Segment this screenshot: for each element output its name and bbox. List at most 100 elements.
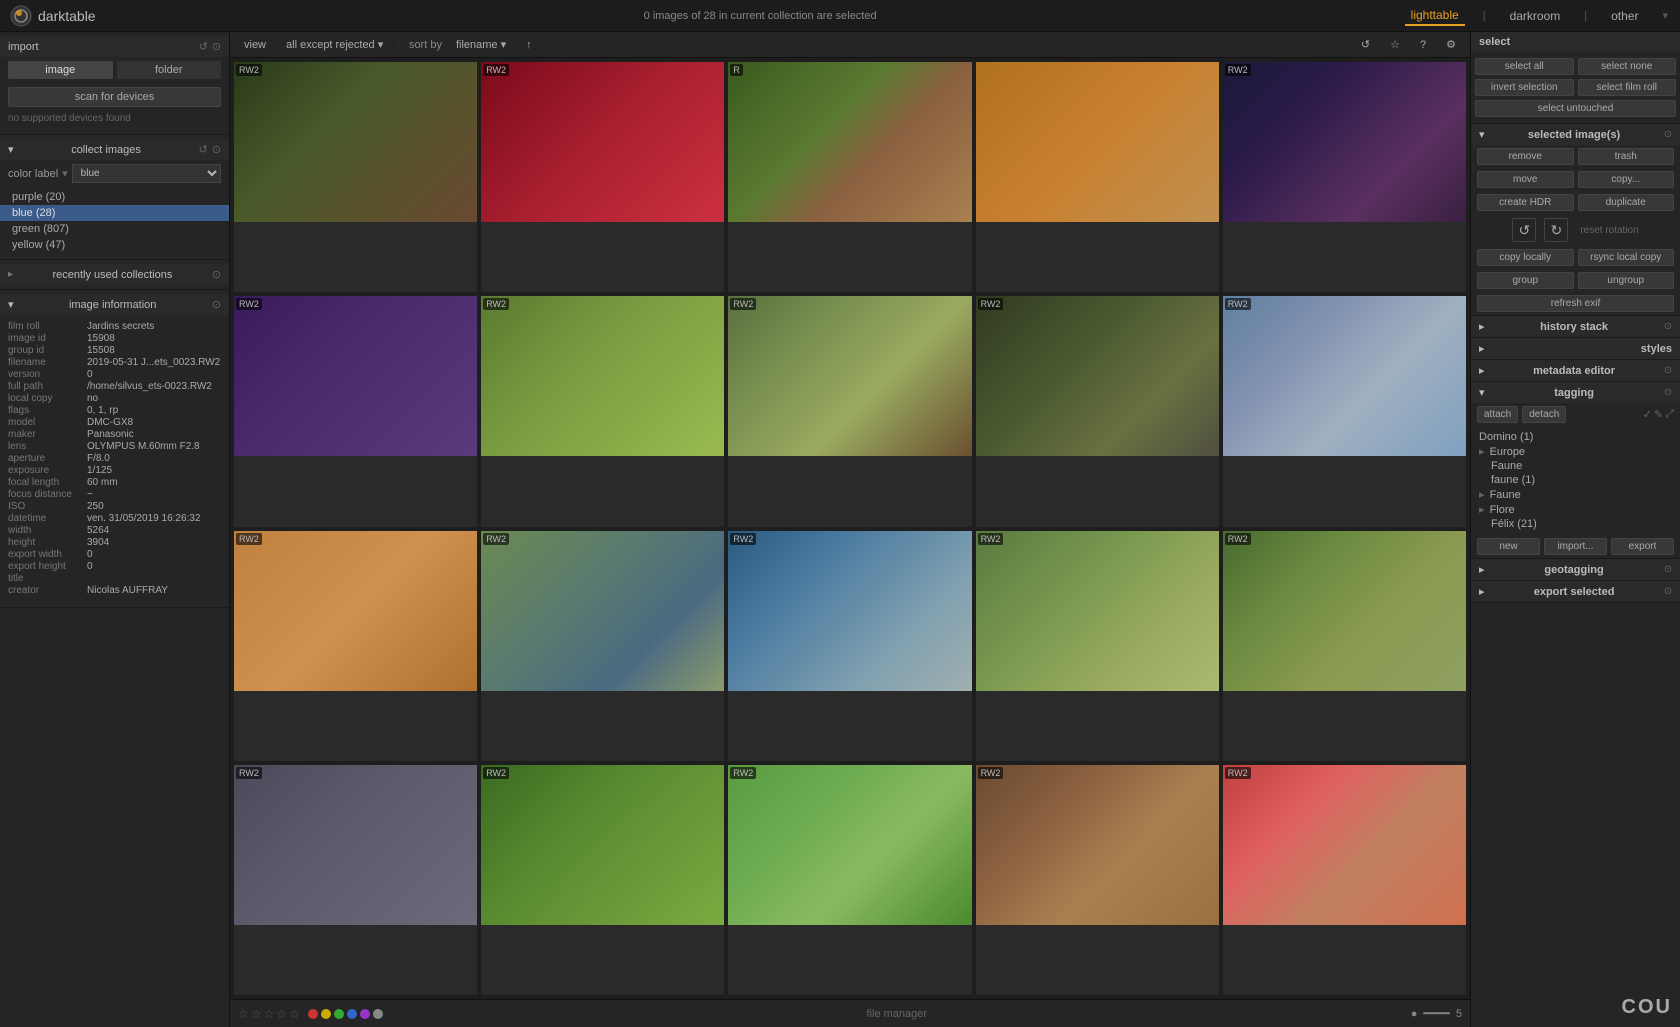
- move-button[interactable]: move: [1477, 171, 1574, 188]
- rp-styles-header[interactable]: ▸ styles: [1471, 338, 1680, 359]
- color-dot-1[interactable]: [321, 1009, 331, 1019]
- color-list-item[interactable]: yellow (47): [0, 237, 229, 253]
- check-icon[interactable]: ✓: [1643, 408, 1652, 421]
- photo-cell[interactable]: RW2: [1223, 296, 1466, 526]
- photo-cell[interactable]: RW2: [976, 765, 1219, 995]
- tab-folder[interactable]: folder: [117, 61, 222, 79]
- photo-cell[interactable]: RW2: [481, 296, 724, 526]
- star-5[interactable]: ☆: [289, 1007, 300, 1021]
- darktable-logo-icon: [10, 5, 32, 27]
- collect-filter-select[interactable]: blue: [72, 164, 221, 183]
- detach-button[interactable]: detach: [1522, 406, 1566, 423]
- photo-cell[interactable]: RW2: [481, 765, 724, 995]
- scan-devices-button[interactable]: scan for devices: [8, 87, 221, 107]
- recently-used-header[interactable]: ▸ recently used collections ⊙: [0, 264, 229, 285]
- color-dot-5[interactable]: [373, 1009, 383, 1019]
- photo-cell[interactable]: RW2: [1223, 765, 1466, 995]
- star-button[interactable]: ☆: [1384, 36, 1406, 53]
- center-toolbar: view all except rejected ▾ · sort by fil…: [230, 32, 1470, 58]
- tag-tree-item[interactable]: Félix (21): [1479, 517, 1672, 531]
- rsync-button[interactable]: rsync local copy: [1578, 249, 1675, 266]
- rp-history-header[interactable]: ▸ history stack ⊙: [1471, 316, 1680, 337]
- trash-button[interactable]: trash: [1578, 148, 1675, 165]
- star-3[interactable]: ☆: [264, 1007, 275, 1021]
- photo-cell[interactable]: RW2: [1223, 62, 1466, 292]
- filter-button[interactable]: all except rejected ▾: [280, 36, 389, 53]
- settings-button[interactable]: ⚙: [1440, 36, 1462, 53]
- select-all-button[interactable]: select all: [1475, 58, 1574, 75]
- photo-cell[interactable]: RW2: [976, 531, 1219, 761]
- tag-import-button[interactable]: import...: [1544, 538, 1607, 555]
- tag-export-button[interactable]: export: [1611, 538, 1674, 555]
- copy-button[interactable]: copy...: [1578, 171, 1675, 188]
- color-dot-2[interactable]: [334, 1009, 344, 1019]
- duplicate-button[interactable]: duplicate: [1578, 194, 1675, 211]
- rp-metadata-header[interactable]: ▸ metadata editor ⊙: [1471, 360, 1680, 381]
- create-hdr-button[interactable]: create HDR: [1477, 194, 1574, 211]
- photo-cell[interactable]: RW2: [234, 296, 477, 526]
- photo-cell[interactable]: RW2: [234, 531, 477, 761]
- star-1[interactable]: ☆: [238, 1007, 249, 1021]
- photo-cell[interactable]: RW2: [728, 296, 971, 526]
- tag-new-button[interactable]: new: [1477, 538, 1540, 555]
- nav-lighttable[interactable]: lighttable: [1405, 6, 1465, 26]
- expand-icon[interactable]: ⤢: [1665, 408, 1674, 421]
- select-untouched-button[interactable]: select untouched: [1475, 100, 1676, 117]
- refresh-button[interactable]: ↺: [1355, 36, 1376, 53]
- info-field-row: group id15508: [8, 345, 221, 356]
- photo-cell[interactable]: RW2: [728, 765, 971, 995]
- color-list-item[interactable]: green (807): [0, 221, 229, 237]
- tag-arrow: ▸: [1479, 446, 1488, 458]
- tag-tree-item[interactable]: ▸ Faune: [1479, 487, 1672, 502]
- refresh-exif-button[interactable]: refresh exif: [1477, 295, 1674, 312]
- edit-icon[interactable]: ✎: [1654, 408, 1663, 421]
- tag-tree-item[interactable]: Faune: [1479, 459, 1672, 473]
- photo-cell[interactable]: RW2: [976, 296, 1219, 526]
- help-button[interactable]: ?: [1414, 37, 1432, 53]
- star-2[interactable]: ☆: [251, 1007, 262, 1021]
- color-list-item[interactable]: purple (20): [0, 189, 229, 205]
- rotate-cw-button[interactable]: ↻: [1544, 218, 1568, 242]
- collect-section-header[interactable]: ▾ collect images ↺ ⊙: [0, 139, 229, 160]
- ungroup-button[interactable]: ungroup: [1578, 272, 1675, 289]
- tab-image[interactable]: image: [8, 61, 113, 79]
- photo-cell[interactable]: RW2: [1223, 531, 1466, 761]
- photo-format-badge: RW2: [978, 767, 1004, 779]
- import-section-header[interactable]: import ↺ ⊙: [0, 36, 229, 57]
- rp-export-header[interactable]: ▸ export selected ⊙: [1471, 581, 1680, 602]
- photo-cell[interactable]: RW2: [728, 531, 971, 761]
- rp-geotagging-header[interactable]: ▸ geotagging ⊙: [1471, 559, 1680, 580]
- sort-button[interactable]: filename ▾: [450, 36, 512, 53]
- tag-tree-item[interactable]: Domino (1): [1479, 430, 1672, 444]
- nav-darkroom[interactable]: darkroom: [1504, 7, 1567, 25]
- color-dot-0[interactable]: [308, 1009, 318, 1019]
- tag-tree-item[interactable]: ▸ Europe: [1479, 444, 1672, 459]
- color-dot-4[interactable]: [360, 1009, 370, 1019]
- copy-locally-button[interactable]: copy locally: [1477, 249, 1574, 266]
- star-4[interactable]: ☆: [276, 1007, 287, 1021]
- rp-tagging-header[interactable]: ▾ tagging ⊙: [1471, 382, 1680, 403]
- tag-tree-item[interactable]: faune (1): [1479, 473, 1672, 487]
- color-list-item[interactable]: blue (28): [0, 205, 229, 221]
- attach-button[interactable]: attach: [1477, 406, 1518, 423]
- photo-cell[interactable]: [976, 62, 1219, 292]
- image-info-header[interactable]: ▾ image information ⊙: [0, 294, 229, 315]
- photo-cell[interactable]: RW2: [481, 531, 724, 761]
- group-button[interactable]: group: [1477, 272, 1574, 289]
- view-button[interactable]: view: [238, 37, 272, 53]
- rotate-ccw-button[interactable]: ↺: [1512, 218, 1536, 242]
- remove-button[interactable]: remove: [1477, 148, 1574, 165]
- photo-cell[interactable]: RW2: [234, 765, 477, 995]
- photo-cell[interactable]: R: [728, 62, 971, 292]
- color-dot-3[interactable]: [347, 1009, 357, 1019]
- photo-cell[interactable]: RW2: [481, 62, 724, 292]
- rp-select-header[interactable]: select: [1471, 32, 1680, 52]
- select-none-button[interactable]: select none: [1578, 58, 1677, 75]
- rp-selected-header[interactable]: ▾ selected image(s) ⊙: [1471, 124, 1680, 145]
- film-roll-button[interactable]: select film roll: [1578, 79, 1677, 96]
- photo-cell[interactable]: RW2: [234, 62, 477, 292]
- nav-other[interactable]: other: [1605, 7, 1644, 25]
- sort-asc-button[interactable]: ↑: [520, 37, 538, 53]
- invert-selection-button[interactable]: invert selection: [1475, 79, 1574, 96]
- tag-tree-item[interactable]: ▸ Flore: [1479, 502, 1672, 517]
